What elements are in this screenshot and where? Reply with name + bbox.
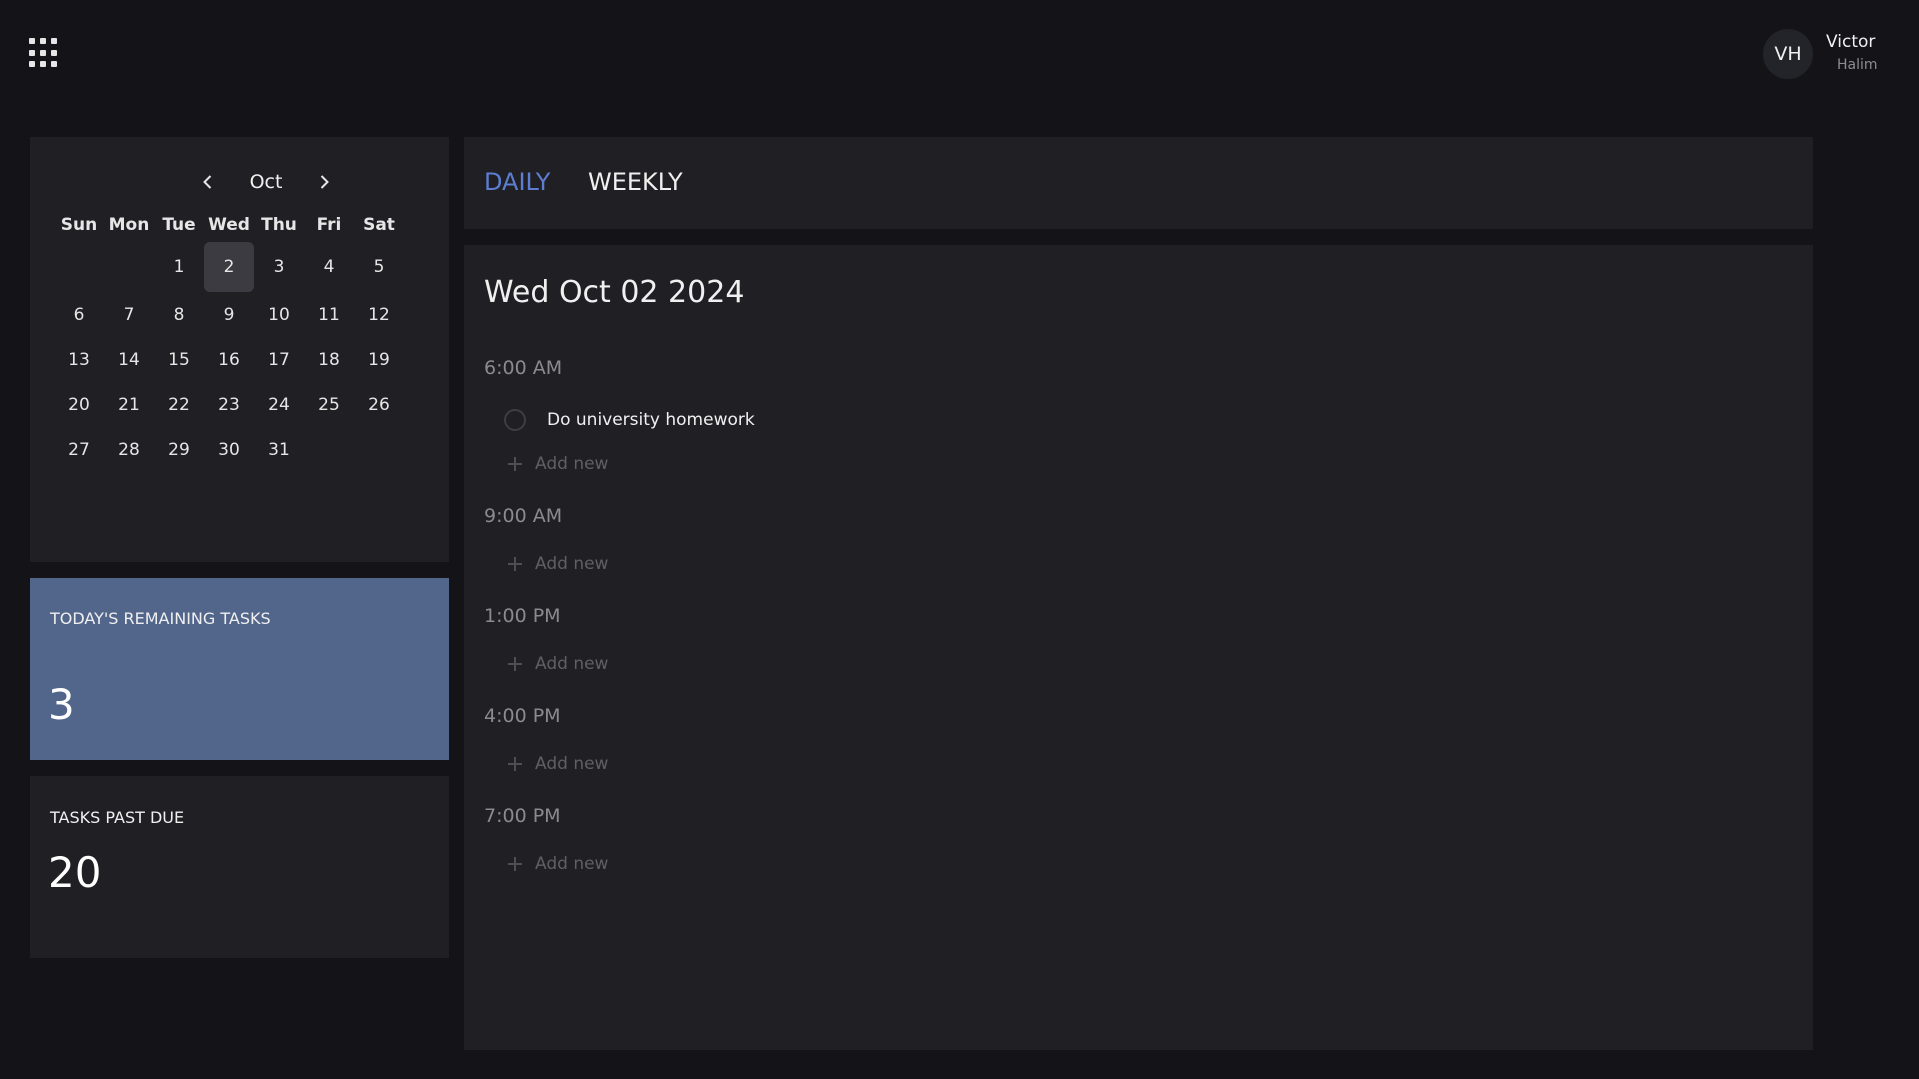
calendar-day[interactable]: 8	[154, 292, 204, 337]
grid-icon[interactable]	[29, 38, 59, 68]
calendar-day-selected[interactable]: 2	[204, 242, 254, 292]
time-slot: 6:00 AM Do university homework Add new	[484, 357, 1784, 477]
time-slot-label: 4:00 PM	[484, 705, 561, 727]
add-task-button[interactable]: Add new	[508, 851, 1784, 877]
task-item: Do university homework	[504, 405, 1784, 435]
task-label: Do university homework	[547, 410, 755, 430]
calendar-day[interactable]: 3	[254, 242, 304, 292]
calendar-week-row: 6 7 8 9 10 11 12	[54, 292, 406, 337]
time-slot: 9:00 AM Add new	[484, 505, 1784, 577]
calendar-empty-cell	[104, 242, 154, 292]
time-slot-label: 1:00 PM	[484, 605, 561, 627]
time-slot-label: 9:00 AM	[484, 505, 563, 527]
user-first-name: Victor	[1826, 32, 1876, 52]
calendar-empty-cell	[354, 427, 404, 472]
remaining-tasks-count: 3	[48, 680, 75, 729]
time-slot: 1:00 PM Add new	[484, 605, 1784, 677]
add-task-button[interactable]: Add new	[508, 751, 1784, 777]
calendar-day[interactable]: 10	[254, 292, 304, 337]
calendar-day[interactable]: 20	[54, 382, 104, 427]
calendar-day[interactable]: 17	[254, 337, 304, 382]
calendar-empty-cell	[304, 427, 354, 472]
top-bar: VH Victor Halim	[0, 0, 1919, 110]
avatar[interactable]: VH	[1763, 29, 1813, 79]
calendar-empty-cell	[54, 242, 104, 292]
weekday-label: Sat	[363, 215, 395, 235]
plus-icon	[508, 757, 522, 771]
calendar-day[interactable]: 6	[54, 292, 104, 337]
calendar-day[interactable]: 11	[304, 292, 354, 337]
weekday-label: Wed	[208, 215, 250, 235]
chevron-right-icon[interactable]	[309, 167, 339, 197]
calendar-header: Oct	[30, 167, 449, 197]
user-last-name: Halim	[1837, 57, 1878, 73]
calendar-month: Oct	[249, 171, 283, 193]
calendar-day[interactable]: 16	[204, 337, 254, 382]
calendar-day[interactable]: 18	[304, 337, 354, 382]
tab-weekly[interactable]: WEEKLY	[588, 168, 683, 196]
time-slot-label: 7:00 PM	[484, 805, 561, 827]
calendar-day[interactable]: 24	[254, 382, 304, 427]
calendar-day[interactable]: 12	[354, 292, 404, 337]
weekday-header-row: Sun Mon Tue Wed Thu Fri Sat	[54, 210, 406, 240]
plus-icon	[508, 457, 522, 471]
task-checkbox[interactable]	[504, 409, 526, 431]
time-slot: 7:00 PM Add new	[484, 805, 1784, 877]
calendar-day[interactable]: 23	[204, 382, 254, 427]
calendar-week-row: 20 21 22 23 24 25 26	[54, 382, 406, 427]
tab-daily[interactable]: DAILY	[484, 168, 550, 196]
add-task-label: Add new	[535, 754, 609, 774]
day-title: Wed Oct 02 2024	[484, 275, 745, 310]
calendar-day[interactable]: 19	[354, 337, 404, 382]
calendar-day[interactable]: 5	[354, 242, 404, 292]
calendar-day[interactable]: 4	[304, 242, 354, 292]
add-task-button[interactable]: Add new	[508, 651, 1784, 677]
calendar-day[interactable]: 21	[104, 382, 154, 427]
time-slot: 4:00 PM Add new	[484, 705, 1784, 777]
plus-icon	[508, 557, 522, 571]
calendar-week-row: 13 14 15 16 17 18 19	[54, 337, 406, 382]
calendar-day[interactable]: 25	[304, 382, 354, 427]
calendar-day[interactable]: 22	[154, 382, 204, 427]
weekday-label: Sun	[60, 215, 98, 235]
add-task-label: Add new	[535, 554, 609, 574]
calendar-day[interactable]: 31	[254, 427, 304, 472]
past-due-count: 20	[48, 848, 102, 897]
calendar-day[interactable]: 29	[154, 427, 204, 472]
add-task-label: Add new	[535, 854, 609, 874]
add-task-button[interactable]: Add new	[508, 551, 1784, 577]
calendar-grid: Sun Mon Tue Wed Thu Fri Sat 1 2 3 4 5 6 7 8 9 10 11 12 13 14…	[54, 210, 406, 472]
calendar-day[interactable]: 13	[54, 337, 104, 382]
calendar-day[interactable]: 7	[104, 292, 154, 337]
past-due-card: TASKS PAST DUE 20	[30, 776, 449, 958]
calendar-panel: Oct Sun Mon Tue Wed Thu Fri Sat 1 2 3 4 5 6 7 8 9 10 11 12…	[30, 137, 449, 562]
past-due-label: TASKS PAST DUE	[50, 808, 185, 827]
calendar-week-row: 12345	[54, 242, 406, 292]
plus-icon	[508, 657, 522, 671]
weekday-label: Fri	[316, 215, 342, 235]
calendar-day[interactable]: 1	[154, 242, 204, 292]
calendar-week-row: 27 28 29 30 31	[54, 427, 406, 472]
calendar-day[interactable]: 9	[204, 292, 254, 337]
remaining-tasks-card: TODAY'S REMAINING TASKS 3	[30, 578, 449, 760]
weekday-label: Thu	[261, 215, 297, 235]
calendar-day[interactable]: 27	[54, 427, 104, 472]
add-task-label: Add new	[535, 454, 609, 474]
time-slot-label: 6:00 AM	[484, 357, 563, 379]
weekday-label: Mon	[108, 215, 150, 235]
chevron-left-icon[interactable]	[193, 167, 223, 197]
calendar-day[interactable]: 26	[354, 382, 404, 427]
add-task-button[interactable]: Add new	[508, 451, 1784, 477]
weekday-label: Tue	[162, 215, 196, 235]
day-view: Wed Oct 02 2024 6:00 AM Do university hom…	[464, 245, 1813, 1050]
calendar-day[interactable]: 14	[104, 337, 154, 382]
plus-icon	[508, 857, 522, 871]
view-tabs: DAILY WEEKLY	[464, 137, 1813, 229]
calendar-day[interactable]: 30	[204, 427, 254, 472]
calendar-day[interactable]: 28	[104, 427, 154, 472]
time-slots: 6:00 AM Do university homework Add new 9:00…	[484, 357, 1784, 905]
remaining-tasks-label: TODAY'S REMAINING TASKS	[50, 609, 271, 628]
calendar-day[interactable]: 15	[154, 337, 204, 382]
add-task-label: Add new	[535, 654, 609, 674]
